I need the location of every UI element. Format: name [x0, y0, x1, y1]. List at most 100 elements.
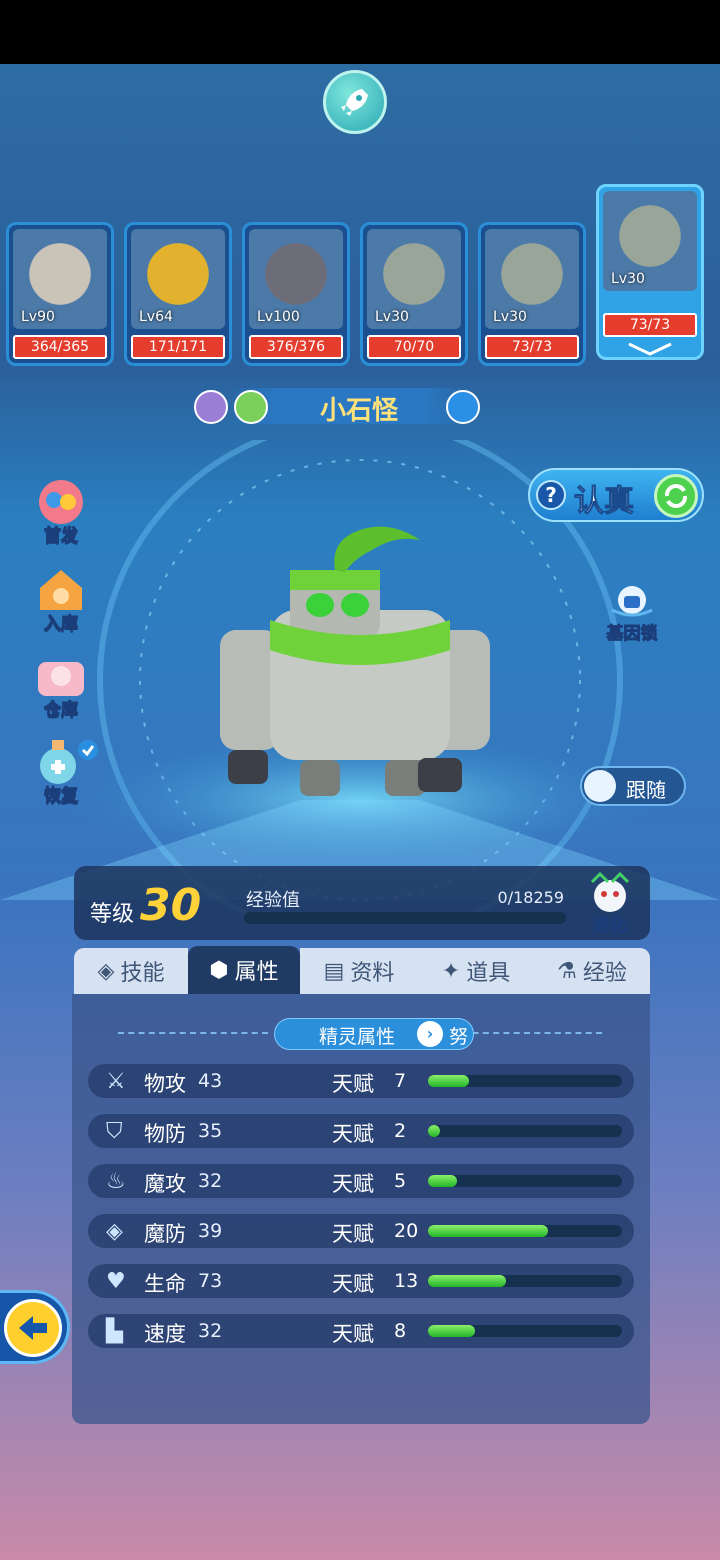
talent-bar-fill [428, 1075, 469, 1087]
talent-bar [428, 1325, 622, 1337]
warehouse-button[interactable]: 仓库 [30, 650, 92, 721]
flame-icon: ♨ [106, 1169, 126, 1194]
talent-label: 天赋 [332, 1322, 374, 1346]
pet-level: Lv30 [611, 271, 645, 287]
attributes-icon: ⬢ [209, 957, 229, 983]
pet-portrait: Lv30 [485, 229, 579, 329]
tab-label: 道具 [466, 961, 511, 986]
first-label: 首发 [44, 526, 79, 547]
tab-label: 属性 [234, 960, 279, 985]
element-badge-icon [194, 390, 228, 424]
party-slot[interactable]: Lv30 73/73 [596, 184, 704, 360]
restore-label: 恢复 [44, 786, 79, 807]
back-button[interactable] [0, 1290, 70, 1364]
party-slot[interactable]: Lv30 73/73 [478, 222, 586, 366]
pet-name: 小石怪 [320, 396, 399, 426]
attribute-value: 32 [198, 1320, 223, 1342]
dna-lock-icon [611, 586, 653, 617]
party-slot[interactable]: Lv100 376/376 [242, 222, 350, 366]
pet-level: Lv30 [375, 309, 409, 325]
talent-bar-fill [428, 1225, 548, 1237]
store-label: 入库 [44, 614, 79, 635]
refresh-icon[interactable] [654, 474, 698, 518]
pet-info-icon[interactable] [446, 390, 480, 424]
attribute-value: 32 [198, 1170, 223, 1192]
evolve-icon [590, 871, 630, 912]
party-slot[interactable]: Lv90 364/365 [6, 222, 114, 366]
store-button[interactable]: 入库 [30, 564, 92, 635]
tab-attributes[interactable]: ⬢ 属性 [188, 946, 300, 994]
potion-icon [40, 740, 98, 784]
talent-bar-fill [428, 1125, 440, 1137]
talent-label: 天赋 [332, 1222, 374, 1246]
grass-element-icon [234, 390, 268, 424]
talent-bar [428, 1075, 622, 1087]
follow-toggle[interactable]: 跟随 [580, 766, 686, 806]
restore-button[interactable]: 恢复 [30, 736, 98, 807]
pet-portrait: Lv64 [131, 229, 225, 329]
evolve-button[interactable]: 进化 [578, 871, 642, 937]
talent-bar-fill [428, 1175, 457, 1187]
talent-value: 8 [394, 1320, 407, 1342]
house-icon [40, 570, 82, 610]
pet-hp: 73/73 [603, 313, 697, 337]
attribute-name: 物防 [144, 1122, 186, 1146]
attribute-value: 35 [198, 1120, 223, 1142]
exp-label: 经验值 [246, 890, 300, 911]
attribute-row: ♥ 生命 73 天赋 13 [88, 1264, 634, 1298]
gene-lock-button[interactable]: 基因锁 [598, 580, 666, 645]
rocket-icon [341, 89, 368, 116]
pet-level: Lv30 [493, 309, 527, 325]
pet-hp: 376/376 [249, 335, 343, 359]
talent-bar [428, 1225, 622, 1237]
status-bar [0, 0, 720, 64]
pet-level: Lv100 [257, 309, 300, 325]
warehouse-icon [38, 662, 84, 696]
nature-label: 认真 [574, 484, 635, 520]
talent-label: 天赋 [332, 1072, 374, 1096]
attribute-name: 魔攻 [144, 1172, 186, 1196]
pet-hp: 171/171 [131, 335, 225, 359]
toggle-knob[interactable] [584, 770, 616, 802]
talent-value: 20 [394, 1220, 419, 1242]
boot-icon: ▙ [106, 1319, 123, 1344]
pet-portrait: Lv100 [249, 229, 343, 329]
sword-icon: ⚔ [106, 1069, 126, 1094]
back-arrow-icon [4, 1299, 62, 1357]
tab-items[interactable]: ✦ 道具 [418, 948, 534, 994]
pet-name-bar: 小石怪 [190, 386, 490, 426]
help-icon[interactable]: ? [536, 480, 566, 510]
attribute-name: 速度 [144, 1322, 186, 1346]
evolve-label: 进化 [593, 916, 628, 937]
tab-experience[interactable]: ⚗ 经验 [534, 948, 650, 994]
gift-icon [39, 480, 83, 524]
skills-icon: ◈ [97, 958, 115, 984]
party-slot[interactable]: Lv64 171/171 [124, 222, 232, 366]
pet-portrait: Lv30 [367, 229, 461, 329]
tab-profile[interactable]: ▤ 资料 [300, 948, 418, 994]
divider-left [118, 1032, 268, 1036]
first-button[interactable]: 首发 [30, 476, 92, 547]
party-slot[interactable]: Lv30 70/70 [360, 222, 468, 366]
talent-bar [428, 1175, 622, 1187]
rocket-button[interactable] [323, 70, 387, 134]
attribute-row: ♨ 魔攻 32 天赋 5 [88, 1164, 634, 1198]
serious-nature-button[interactable]: ? 认真 [528, 468, 704, 522]
attributes-panel [72, 994, 650, 1424]
tab-skills[interactable]: ◈ 技能 [74, 948, 188, 994]
magic-shield-icon: ◈ [106, 1219, 123, 1244]
talent-value: 5 [394, 1170, 407, 1192]
talent-bar [428, 1125, 622, 1137]
attribute-value: 39 [198, 1220, 223, 1242]
talent-value: 7 [394, 1070, 407, 1092]
clipboard-icon: ▤ [323, 958, 345, 984]
tab-label: 资料 [350, 961, 395, 986]
tab-label: 技能 [120, 961, 165, 986]
tab-label: 经验 [582, 961, 627, 986]
level-panel: 等级 30 经验值 0/18259 进化 [74, 866, 650, 940]
pet-hp: 70/70 [367, 335, 461, 359]
attribute-name: 魔防 [144, 1222, 186, 1246]
chevron-right-icon[interactable]: › [417, 1021, 443, 1047]
warehouse-label: 仓库 [44, 700, 79, 721]
talent-label: 天赋 [332, 1122, 374, 1146]
